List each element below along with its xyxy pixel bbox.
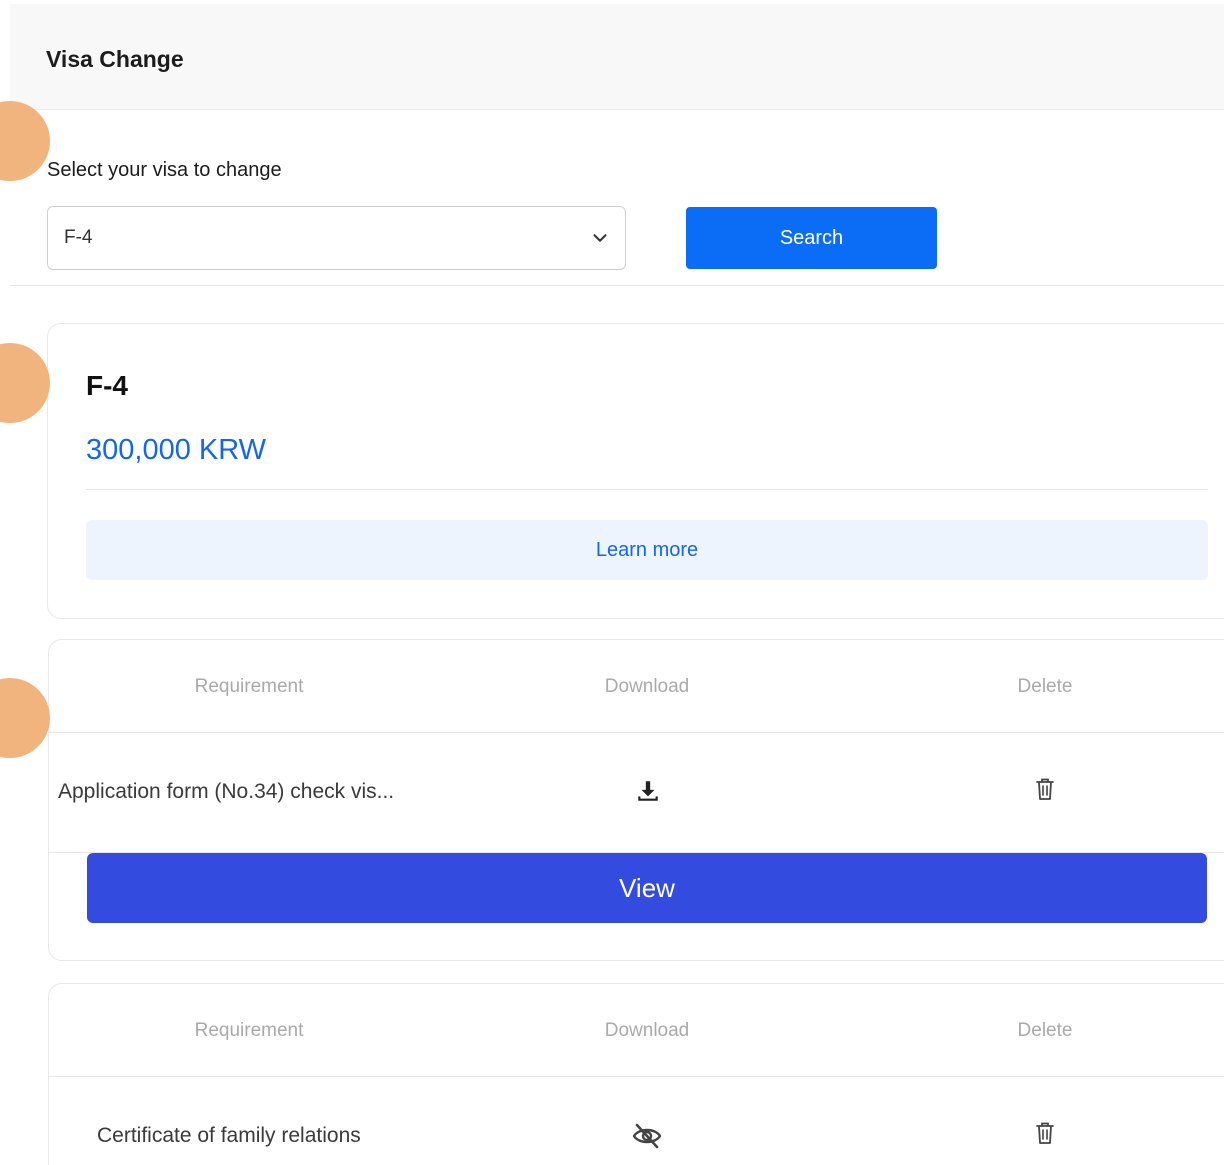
visa-select-label: Select your visa to change xyxy=(47,159,282,181)
column-header-delete: Delete xyxy=(1017,1020,1073,1041)
header-divider xyxy=(49,732,1224,733)
trash-icon[interactable] xyxy=(1033,1120,1057,1146)
visa-code: F-4 xyxy=(86,370,128,401)
requirement-name: Certificate of family relations xyxy=(97,1124,361,1147)
card-divider xyxy=(86,489,1208,490)
requirement-card: Requirement Download Delete Certificate … xyxy=(48,983,1224,1165)
view-button[interactable]: View xyxy=(87,853,1207,923)
download-icon[interactable] xyxy=(635,778,661,804)
visa-price: 300,000 KRW xyxy=(86,434,267,466)
column-header-download: Download xyxy=(604,1020,690,1041)
column-header-requirement: Requirement xyxy=(194,1020,304,1041)
learn-more-button[interactable]: Learn more xyxy=(86,520,1208,580)
header-divider xyxy=(49,1076,1224,1077)
section-divider xyxy=(10,285,1224,286)
requirement-card: Requirement Download Delete Application … xyxy=(48,639,1224,961)
trash-icon[interactable] xyxy=(1033,776,1057,802)
visa-select-dropdown[interactable]: F-4 xyxy=(47,206,626,270)
page-title: Visa Change xyxy=(46,46,184,72)
eye-off-icon[interactable] xyxy=(631,1122,663,1150)
chevron-down-icon xyxy=(593,234,607,242)
visa-summary-card: F-4 300,000 KRW Learn more xyxy=(47,323,1224,619)
column-header-delete: Delete xyxy=(1017,676,1073,697)
page-header: Visa Change xyxy=(10,4,1224,110)
visa-change-page: Visa Change Select your visa to change F… xyxy=(10,4,1224,1165)
column-header-requirement: Requirement xyxy=(194,676,304,697)
column-header-download: Download xyxy=(604,676,690,697)
visa-select-value: F-4 xyxy=(64,227,93,248)
requirement-name: Application form (No.34) check vis... xyxy=(58,780,395,803)
search-button[interactable]: Search xyxy=(686,207,937,269)
